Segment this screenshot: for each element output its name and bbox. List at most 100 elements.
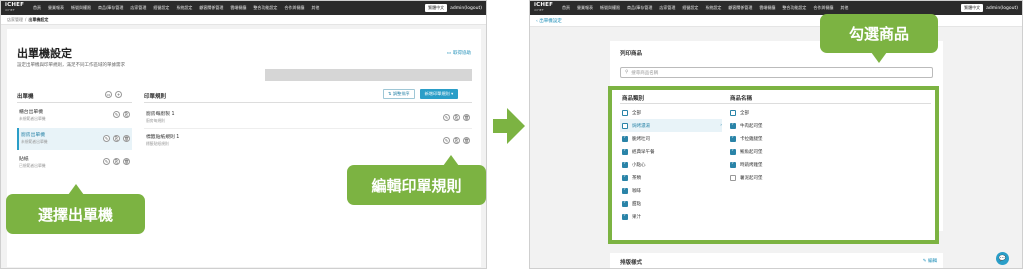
edit-pencil-icon[interactable]: ✎ <box>443 114 450 121</box>
help-link[interactable]: ▭ 取得協助 <box>446 50 471 57</box>
nav-item-other[interactable]: 其他 <box>840 5 848 11</box>
admin-logout-link[interactable]: admin(logout) <box>986 6 1018 11</box>
nav-item-store[interactable]: 店家管理 <box>130 5 146 11</box>
checkbox-checked-icon[interactable]: ✓ <box>730 122 736 129</box>
printer-row[interactable]: 櫃台出單機 未規範者出單機 ✎ ⎘ <box>17 105 132 125</box>
checkbox-partial-icon[interactable]: – <box>622 122 628 129</box>
product-item[interactable]: ✓ 時蔬烤雞堡 <box>730 158 830 171</box>
checkbox-checked-icon[interactable]: ✓ <box>730 148 736 155</box>
printer-row-selected[interactable]: 廚房出單機 未規範者出單機 ✎ ⎘ 🗑 <box>17 128 132 150</box>
search-placeholder: 搜尋商品名稱 <box>631 70 659 76</box>
add-print-rule-button[interactable]: 新增印單規則 ▾ <box>419 89 459 99</box>
checkbox-checked-icon[interactable]: ✓ <box>622 213 628 220</box>
product-item[interactable]: ✓ 卡拉雞腿堡 <box>730 132 830 145</box>
product-item[interactable]: ✓ 牛肉起司堡 <box>730 119 830 132</box>
top-nav-bar: iCHEF iCHEF 首頁 營業報表 帳號與權限 商品/庫存管理 店家管理 經營… <box>1 1 486 15</box>
nav-item-accounts[interactable]: 帳號與權限 <box>600 5 620 11</box>
trash-icon[interactable]: 🗑 <box>463 114 470 121</box>
copy-icon[interactable]: ⎘ <box>113 158 120 165</box>
language-select[interactable]: 繁體中文 <box>425 4 448 12</box>
copy-icon[interactable]: ⎘ <box>453 137 460 144</box>
printer-row[interactable]: 貼紙 已規範者出單機 ✎ ⎘ 🗑 <box>17 152 132 172</box>
rule-row[interactable]: 標籤貼紙規則 1 標籤貼紙規則 ✎ ⎘ 🗑 <box>144 130 472 152</box>
edit-pencil-icon[interactable]: ✎ <box>103 158 110 165</box>
category-header: 商品類別 <box>622 96 645 102</box>
nav-item-system[interactable]: 系統設定 <box>176 5 192 11</box>
nav-item-home[interactable]: 首頁 <box>33 5 41 11</box>
checkbox-checked-icon[interactable]: ✓ <box>622 200 628 207</box>
checkbox-checked-icon[interactable]: ✓ <box>622 135 628 142</box>
category-item[interactable]: ✓ 經典早午餐 <box>622 145 722 158</box>
nav-item-crm[interactable]: 顧客關係管理 <box>728 5 752 11</box>
product-item-all[interactable]: – 全部 <box>730 106 830 119</box>
trash-icon[interactable]: 🗑 <box>123 135 130 142</box>
admin-logout-link[interactable]: admin(logout) <box>450 6 482 11</box>
category-item-all[interactable]: – 全部 <box>622 106 722 119</box>
product-item[interactable]: ✓ 鮪魚起司堡 <box>730 145 830 158</box>
category-item[interactable]: ✓ 小點心 <box>622 158 722 171</box>
category-item[interactable]: ✓ 果汁 <box>622 210 722 223</box>
divider <box>620 103 931 104</box>
nav-item-crm[interactable]: 顧客關係管理 <box>199 5 223 11</box>
rules-header: 印單規則 <box>144 94 167 100</box>
edit-pencil-icon[interactable]: ✎ <box>113 111 120 118</box>
nav-item-partner[interactable]: 合作與餐廳 <box>284 5 304 11</box>
checkbox-checked-icon[interactable]: ✓ <box>622 161 628 168</box>
copy-icon[interactable]: ⎘ <box>123 111 130 118</box>
callout-edit-rule: 編輯印單規則 <box>347 155 486 205</box>
checkbox-unchecked-icon[interactable] <box>730 174 736 181</box>
nav-item-operation[interactable]: 經營設定 <box>682 5 698 11</box>
back-link[interactable]: ‹ 出單機設定 <box>536 18 562 24</box>
nav-item-other[interactable]: 其他 <box>311 5 319 11</box>
rule-row[interactable]: 廚房每廚製 1 廚房每規則 ✎ ⎘ 🗑 <box>144 107 472 129</box>
chat-support-icon[interactable]: 💬 <box>996 252 1009 265</box>
category-item[interactable]: ✓ 甜點 <box>622 197 722 210</box>
nav-item-operation[interactable]: 經營設定 <box>153 5 169 11</box>
category-item[interactable]: ✓ 茶類 <box>622 171 722 184</box>
nav-item-home[interactable]: 首頁 <box>562 5 570 11</box>
nav-item-reports[interactable]: 營業報表 <box>577 5 593 11</box>
checkbox-checked-icon[interactable]: ✓ <box>622 174 628 181</box>
nav-item-partner[interactable]: 合作與餐廳 <box>813 5 833 11</box>
breadcrumb: 店家管理 / 出單機設定 <box>1 15 486 25</box>
nav-item-cloud[interactable]: 雲端餐廳 <box>759 5 775 11</box>
help-icon: ▭ <box>446 50 451 56</box>
printer-sort-icon[interactable]: ▭ <box>105 91 112 98</box>
copy-icon[interactable]: ⎘ <box>453 114 460 121</box>
nav-item-accounts[interactable]: 帳號與權限 <box>71 5 91 11</box>
search-input[interactable]: ⚲ 搜尋商品名稱 <box>620 67 933 78</box>
nav-item-system[interactable]: 系統設定 <box>705 5 721 11</box>
checkbox-checked-icon[interactable]: ✓ <box>730 135 736 142</box>
nav-item-reports[interactable]: 營業報表 <box>48 5 64 11</box>
language-select[interactable]: 繁體中文 <box>961 4 984 12</box>
checkbox-partial-icon[interactable]: – <box>622 109 628 116</box>
rule-name: 標籤貼紙規則 1 <box>146 135 180 140</box>
trash-icon[interactable]: 🗑 <box>463 137 470 144</box>
nav-item-integration[interactable]: 整合功能設定 <box>253 5 277 11</box>
edit-pencil-icon[interactable]: ✎ <box>103 135 110 142</box>
edit-pencil-icon[interactable]: ✎ <box>443 137 450 144</box>
breadcrumb-parent[interactable]: 店家管理 <box>7 17 23 23</box>
checkbox-partial-icon[interactable]: – <box>730 109 736 116</box>
search-icon: ⚲ <box>625 70 629 75</box>
checkbox-checked-icon[interactable]: ✓ <box>730 161 736 168</box>
checkbox-checked-icon[interactable]: ✓ <box>622 148 628 155</box>
callout-tail <box>871 52 887 63</box>
nav-item-store[interactable]: 店家管理 <box>659 5 675 11</box>
add-printer-icon[interactable]: + <box>115 91 122 98</box>
nav-item-products[interactable]: 商品/庫存管理 <box>98 5 123 11</box>
product-item[interactable]: 薯泥起司堡 <box>730 171 830 184</box>
nav-item-integration[interactable]: 整合功能設定 <box>782 5 806 11</box>
category-item[interactable]: ✓ 脆烤吐司 <box>622 132 722 145</box>
divider <box>17 102 132 103</box>
trash-icon[interactable]: 🗑 <box>123 158 130 165</box>
checkbox-checked-icon[interactable]: ✓ <box>622 187 628 194</box>
edit-layout-link[interactable]: ✎ 編輯 <box>923 258 937 264</box>
nav-item-cloud[interactable]: 雲端餐廳 <box>230 5 246 11</box>
category-item-selected[interactable]: – 焗烤濃湯 › <box>620 119 722 132</box>
nav-item-products[interactable]: 商品/庫存管理 <box>627 5 652 11</box>
category-item[interactable]: ✓ 咖啡 <box>622 184 722 197</box>
copy-icon[interactable]: ⎘ <box>113 135 120 142</box>
breadcrumb-separator: / <box>25 17 27 22</box>
adjust-order-button[interactable]: ⇅ 調整排序 <box>383 89 415 99</box>
